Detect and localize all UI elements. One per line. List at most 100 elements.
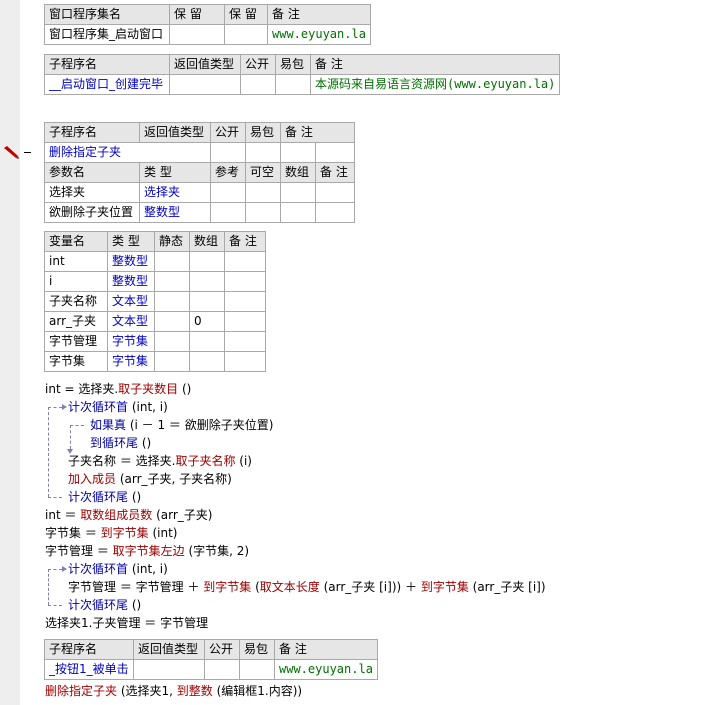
- var-name-cell[interactable]: 字节集: [44, 351, 108, 372]
- cell[interactable]: [189, 271, 225, 292]
- loop-flow-line: [48, 407, 62, 408]
- subroutine-table-1: 子程序名 返回值类型 公开 易包 备 注 __启动窗口_创建完毕 本源码来自易语…: [44, 54, 561, 95]
- var-type-cell[interactable]: 字节集: [107, 351, 155, 372]
- code-command: 取数组成员数: [80, 508, 153, 522]
- code-line[interactable]: int ＝ 取数组成员数 (arr_子夹): [45, 506, 213, 524]
- code-line[interactable]: 计次循环首 (int, i): [68, 560, 168, 578]
- code-text: int ＝: [45, 508, 81, 522]
- code-text: 字节管理 ＝ 字节管理 ＋: [68, 580, 204, 594]
- cell[interactable]: [280, 202, 316, 223]
- var-type-cell[interactable]: 整数型: [107, 251, 155, 272]
- var-type-cell[interactable]: 文本型: [107, 291, 155, 312]
- cell[interactable]: [210, 142, 246, 163]
- cell[interactable]: [189, 331, 225, 352]
- cell[interactable]: 0: [189, 311, 225, 332]
- cell[interactable]: [245, 182, 281, 203]
- var-name-cell[interactable]: int: [44, 251, 108, 272]
- cell[interactable]: [224, 331, 266, 352]
- code-line[interactable]: 计次循环尾 (): [68, 488, 141, 506]
- cell[interactable]: [154, 251, 190, 272]
- subroutine-name-cell[interactable]: 删除指定子夹: [44, 142, 211, 163]
- cell[interactable]: [169, 24, 225, 45]
- cell[interactable]: [189, 251, 225, 272]
- header-cell: 公开: [240, 54, 276, 75]
- cell[interactable]: [204, 659, 240, 680]
- var-type-cell[interactable]: 整数型: [107, 271, 155, 292]
- subroutine-name-cell[interactable]: __启动窗口_创建完毕: [44, 74, 170, 95]
- cell[interactable]: [315, 202, 355, 223]
- header-cell: 备 注: [315, 162, 355, 183]
- cell[interactable]: [224, 24, 268, 45]
- cell[interactable]: [169, 74, 241, 95]
- code-method: 取子夹数目: [118, 382, 179, 396]
- code-line[interactable]: 删除指定子夹 (选择夹1, 到整数 (编辑框1.内容)): [45, 682, 302, 700]
- param-type-cell[interactable]: 整数型: [139, 202, 211, 223]
- header-cell: 类 型: [139, 162, 211, 183]
- code-line[interactable]: 子夹名称 ＝ 选择夹.取子夹名称 (i): [68, 452, 252, 470]
- cell[interactable]: [224, 351, 266, 372]
- cell[interactable]: [154, 331, 190, 352]
- var-type-cell[interactable]: 字节集: [107, 331, 155, 352]
- var-type-cell[interactable]: 文本型: [107, 311, 155, 332]
- cell[interactable]: [154, 291, 190, 312]
- cell[interactable]: [154, 271, 190, 292]
- var-name-cell[interactable]: 子夹名称: [44, 291, 108, 312]
- cell[interactable]: [189, 351, 225, 372]
- cell[interactable]: [315, 142, 355, 163]
- code-line[interactable]: 如果真 (i － 1 ＝ 欲删除子夹位置): [90, 416, 273, 434]
- cell[interactable]: [154, 351, 190, 372]
- cell[interactable]: [133, 659, 205, 680]
- cell[interactable]: [189, 291, 225, 312]
- breakpoint-pen-icon[interactable]: [3, 145, 19, 159]
- cell[interactable]: [240, 74, 276, 95]
- subroutine-name-cell[interactable]: _按钮1_被单击: [44, 659, 134, 680]
- header-cell: 数组: [189, 231, 225, 252]
- code-line[interactable]: 字节集 ＝ 到字节集 (int): [45, 524, 177, 542]
- header-cell: 变量名: [44, 231, 108, 252]
- cell[interactable]: [224, 291, 266, 312]
- code-text: (int): [148, 526, 178, 540]
- code-line[interactable]: 计次循环尾 (): [68, 596, 141, 614]
- cell[interactable]: [210, 202, 246, 223]
- assembly-name-cell[interactable]: 窗口程序集_启动窗口: [44, 24, 170, 45]
- var-name-cell[interactable]: 字节管理: [44, 331, 108, 352]
- remark-cell[interactable]: 本源码来自易语言资源网(www.eyuyan.la): [309, 74, 561, 95]
- code-line[interactable]: 字节管理 ＝ 取字节集左边 (字节集, 2): [45, 542, 249, 560]
- code-line[interactable]: 字节管理 ＝ 字节管理 ＋ 到字节集 (取文本长度 (arr_子夹 [i])) …: [68, 578, 546, 596]
- cell[interactable]: [280, 142, 316, 163]
- var-name-cell[interactable]: i: [44, 271, 108, 292]
- cell[interactable]: [224, 271, 266, 292]
- remark-cell[interactable]: www.eyuyan.la: [267, 24, 371, 45]
- cell[interactable]: [210, 182, 246, 203]
- loop-arrow-icon: [62, 404, 67, 410]
- header-cell: 参考: [210, 162, 246, 183]
- collapse-dash[interactable]: [24, 152, 31, 153]
- code-command: 加入成员: [68, 472, 117, 486]
- header-cell: 子程序名: [44, 639, 134, 660]
- var-name-cell[interactable]: arr_子夹: [44, 311, 108, 332]
- cell[interactable]: [154, 311, 190, 332]
- cell[interactable]: [239, 659, 275, 680]
- code-line[interactable]: 计次循环首 (int, i): [68, 398, 168, 416]
- cell[interactable]: [315, 182, 355, 203]
- code-line[interactable]: int = 选择夹.取子夹数目 (): [45, 380, 191, 398]
- code-line[interactable]: 到循环尾 (): [90, 434, 151, 452]
- param-name-cell[interactable]: 选择夹: [44, 182, 140, 203]
- code-text: (arr_子夹): [152, 508, 213, 522]
- cell[interactable]: [224, 251, 266, 272]
- remark-cell[interactable]: www.eyuyan.la: [274, 659, 378, 680]
- cell[interactable]: [280, 182, 316, 203]
- loop-flow-line: [48, 605, 62, 606]
- code-command: 到字节集: [420, 580, 469, 594]
- code-line[interactable]: 加入成员 (arr_子夹, 子夹名称): [68, 470, 232, 488]
- cell[interactable]: [275, 74, 311, 95]
- code-text: 字节管理 ＝: [45, 544, 113, 558]
- param-name-cell[interactable]: 欲删除子夹位置: [44, 202, 140, 223]
- cell[interactable]: [245, 142, 281, 163]
- param-type-cell[interactable]: 选择夹: [139, 182, 211, 203]
- code-line[interactable]: 选择夹1.子夹管理 ＝ 字节管理: [45, 614, 208, 632]
- subroutine-table-2: 子程序名 返回值类型 公开 易包 备 注 删除指定子夹 参数名 类 型 参考 可…: [44, 122, 355, 223]
- header-cell: 返回值类型: [139, 122, 211, 143]
- cell[interactable]: [224, 311, 266, 332]
- cell[interactable]: [245, 202, 281, 223]
